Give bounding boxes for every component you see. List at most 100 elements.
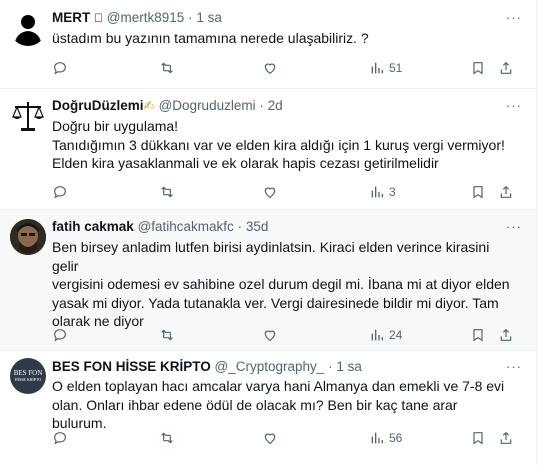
apple-icon:  bbox=[94, 11, 103, 25]
timestamp[interactable]: 35d bbox=[246, 219, 269, 234]
tweet-text: üstadım bu yazının tamamına nerede ulaşa… bbox=[52, 29, 510, 48]
action-bar: 24 bbox=[52, 325, 520, 345]
like-button[interactable] bbox=[262, 58, 278, 78]
heart-icon bbox=[264, 330, 276, 342]
reply-feed: MERT  @mertk8915 · 1 sa ··· üstadım bu … bbox=[0, 0, 537, 465]
tweet-text: Ben birsey anladim lutfen birisi aydinla… bbox=[52, 238, 510, 331]
tweet-text: Doğru bir uygulama! Tanıdığımın 3 dükkan… bbox=[52, 117, 510, 173]
heart-icon bbox=[264, 433, 276, 445]
tweet-line: Tanıdığımın 3 dükkanı var ve elden kira … bbox=[52, 136, 505, 153]
bookmark-icon bbox=[473, 186, 483, 199]
tweet-header: MERT  @mertk8915 · 1 sa bbox=[52, 10, 222, 25]
reply-icon bbox=[54, 432, 66, 445]
bookmark-icon bbox=[473, 432, 483, 445]
more-options-button[interactable]: ··· bbox=[506, 219, 522, 234]
reply-tweet[interactable]: DoğruDüzlemi✍ @Dogruduzlemi · 2d ··· Doğ… bbox=[0, 89, 536, 210]
separator-dot: · bbox=[237, 219, 243, 234]
timestamp[interactable]: 1 sa bbox=[336, 359, 362, 374]
avatar[interactable] bbox=[10, 219, 46, 255]
reply-tweet[interactable]: fatih cakmak @fatihcakmakfc · 35d ··· Be… bbox=[0, 210, 536, 351]
tweet-header: DoğruDüzlemi✍ @Dogruduzlemi · 2d bbox=[52, 98, 283, 114]
reply-icon bbox=[54, 186, 66, 199]
separator-dot: · bbox=[328, 359, 333, 374]
retweet-icon bbox=[161, 62, 173, 74]
tweet-line: Elden kira yasaklanmali ve ek olarak hap… bbox=[52, 155, 439, 171]
reply-icon bbox=[54, 329, 66, 342]
avatar[interactable]: BES FON HİSSE KRİPTO bbox=[10, 358, 46, 394]
bookmark-icon bbox=[473, 329, 483, 342]
reply-tweet[interactable]: MERT  @mertk8915 · 1 sa ··· üstadım bu … bbox=[0, 0, 536, 89]
reply-button[interactable] bbox=[52, 182, 68, 202]
user-handle[interactable]: @Dogruduzlemi bbox=[159, 98, 256, 113]
more-options-button[interactable]: ··· bbox=[506, 359, 522, 374]
like-button[interactable] bbox=[262, 325, 278, 345]
retweet-button[interactable] bbox=[159, 182, 175, 202]
avatar[interactable] bbox=[10, 98, 46, 134]
share-button[interactable] bbox=[498, 325, 514, 345]
timestamp[interactable]: 2d bbox=[268, 98, 283, 113]
like-button[interactable] bbox=[262, 182, 278, 202]
views-count: 56 bbox=[389, 431, 403, 445]
bookmark-button[interactable] bbox=[470, 325, 486, 345]
retweet-button[interactable] bbox=[159, 325, 175, 345]
user-name[interactable]: fatih cakmak bbox=[52, 219, 134, 234]
like-button[interactable] bbox=[262, 428, 278, 448]
user-name[interactable]: MERT bbox=[52, 10, 90, 25]
bookmark-icon bbox=[473, 62, 483, 75]
views-button[interactable]: 3 bbox=[369, 182, 396, 202]
reply-button[interactable] bbox=[52, 325, 68, 345]
views-button[interactable]: 51 bbox=[369, 58, 402, 78]
retweet-button[interactable] bbox=[159, 428, 175, 448]
tweet-line: vergisini odemesi ev sahibine ozel durum… bbox=[52, 276, 510, 292]
share-button[interactable] bbox=[498, 182, 514, 202]
heart-icon bbox=[264, 187, 276, 199]
bookmark-button[interactable] bbox=[470, 58, 486, 78]
silhouette-avatar-icon bbox=[14, 15, 42, 46]
scales-of-justice-icon bbox=[12, 102, 44, 131]
reply-icon bbox=[54, 62, 66, 75]
views-count: 51 bbox=[389, 61, 403, 75]
reply-button[interactable] bbox=[52, 58, 68, 78]
retweet-icon bbox=[161, 186, 173, 198]
retweet-button[interactable] bbox=[159, 58, 175, 78]
writing-hand-emoji: ✍ bbox=[143, 98, 155, 113]
share-button[interactable] bbox=[498, 428, 514, 448]
user-name[interactable]: BES FON HİSSE KRİPTO bbox=[52, 359, 211, 374]
tweet-header: BES FON HİSSE KRİPTO @_Cryptography_ · 1… bbox=[52, 359, 362, 374]
tweet-line: O elden toplayan hacı amcalar varya hani… bbox=[52, 378, 505, 394]
views-count: 3 bbox=[389, 185, 396, 199]
action-bar: 3 bbox=[52, 182, 520, 202]
reply-tweet[interactable]: BES FON HİSSE KRİPTO BES FON HİSSE KRİPT… bbox=[0, 351, 536, 465]
heart-icon bbox=[264, 63, 276, 75]
user-name[interactable]: DoğruDüzlemi bbox=[52, 98, 144, 113]
views-button[interactable]: 24 bbox=[369, 325, 402, 345]
action-bar: 51 bbox=[52, 58, 520, 78]
views-chart-icon bbox=[371, 329, 383, 341]
action-bar: 56 bbox=[52, 428, 520, 448]
tweet-line: Doğru bir uygulama! bbox=[52, 118, 179, 134]
views-chart-icon bbox=[371, 62, 383, 74]
share-icon bbox=[500, 328, 512, 341]
avatar[interactable] bbox=[10, 10, 46, 46]
more-options-button[interactable]: ··· bbox=[506, 98, 522, 113]
retweet-icon bbox=[161, 432, 173, 444]
tweet-line: üstadım bu yazının tamamına nerede ulaşa… bbox=[52, 30, 369, 46]
tweet-line: olan. Onları ihbar edene ödül de olacak … bbox=[52, 396, 458, 432]
user-handle[interactable]: @fatihcakmakfc bbox=[138, 219, 234, 234]
tweet-line: Ben birsey anladim lutfen birisi aydinla… bbox=[52, 239, 490, 274]
more-options-button[interactable]: ··· bbox=[506, 10, 522, 25]
separator-dot: · bbox=[259, 98, 264, 113]
reply-button[interactable] bbox=[52, 428, 68, 448]
separator-dot: · bbox=[188, 10, 193, 25]
share-icon bbox=[500, 431, 512, 444]
user-handle[interactable]: @mertk8915 bbox=[107, 10, 185, 25]
share-button[interactable] bbox=[498, 58, 514, 78]
tweet-text: O elden toplayan hacı amcalar varya hani… bbox=[52, 377, 510, 433]
share-icon bbox=[500, 61, 512, 74]
views-button[interactable]: 56 bbox=[369, 428, 402, 448]
bookmark-button[interactable] bbox=[470, 182, 486, 202]
bookmark-button[interactable] bbox=[470, 428, 486, 448]
profile-photo-icon bbox=[10, 219, 46, 255]
timestamp[interactable]: 1 sa bbox=[196, 10, 222, 25]
user-handle[interactable]: @_Cryptography_ bbox=[215, 359, 325, 374]
